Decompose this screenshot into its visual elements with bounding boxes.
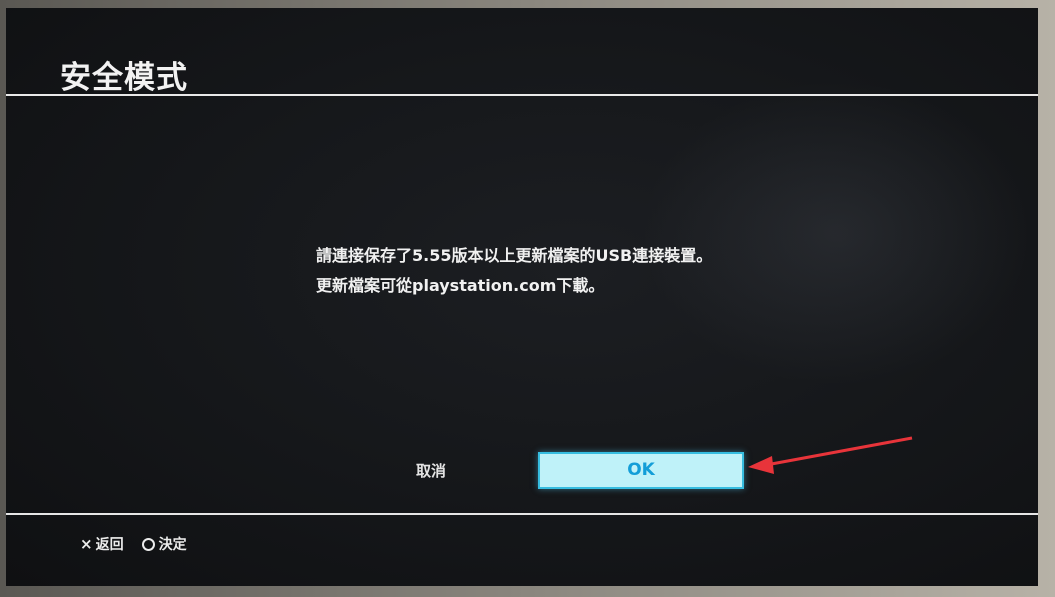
back-hint: × 返回 xyxy=(80,534,124,554)
footer-divider xyxy=(6,513,1038,515)
ok-button[interactable]: OK xyxy=(538,452,744,489)
back-hint-label: 返回 xyxy=(95,537,124,553)
screen-glare xyxy=(626,68,1038,398)
message-line-2: 更新檔案可從playstation.com下載。 xyxy=(316,276,605,295)
controller-hints: × 返回 決定 xyxy=(80,534,205,554)
confirm-hint-label: 決定 xyxy=(158,537,187,553)
page-title: 安全模式 xyxy=(60,60,188,96)
cross-icon: × xyxy=(80,534,93,553)
safe-mode-screen: 安全模式 請連接保存了5.55版本以上更新檔案的USB連接裝置。 更新檔案可從p… xyxy=(6,8,1038,586)
circle-icon xyxy=(141,537,155,551)
message-line-1: 請連接保存了5.55版本以上更新檔案的USB連接裝置。 xyxy=(316,246,713,265)
confirm-hint: 決定 xyxy=(141,534,187,554)
instruction-message: 請連接保存了5.55版本以上更新檔案的USB連接裝置。 更新檔案可從playst… xyxy=(316,241,836,301)
cancel-button[interactable]: 取消 xyxy=(366,453,496,489)
title-divider xyxy=(6,94,1038,96)
